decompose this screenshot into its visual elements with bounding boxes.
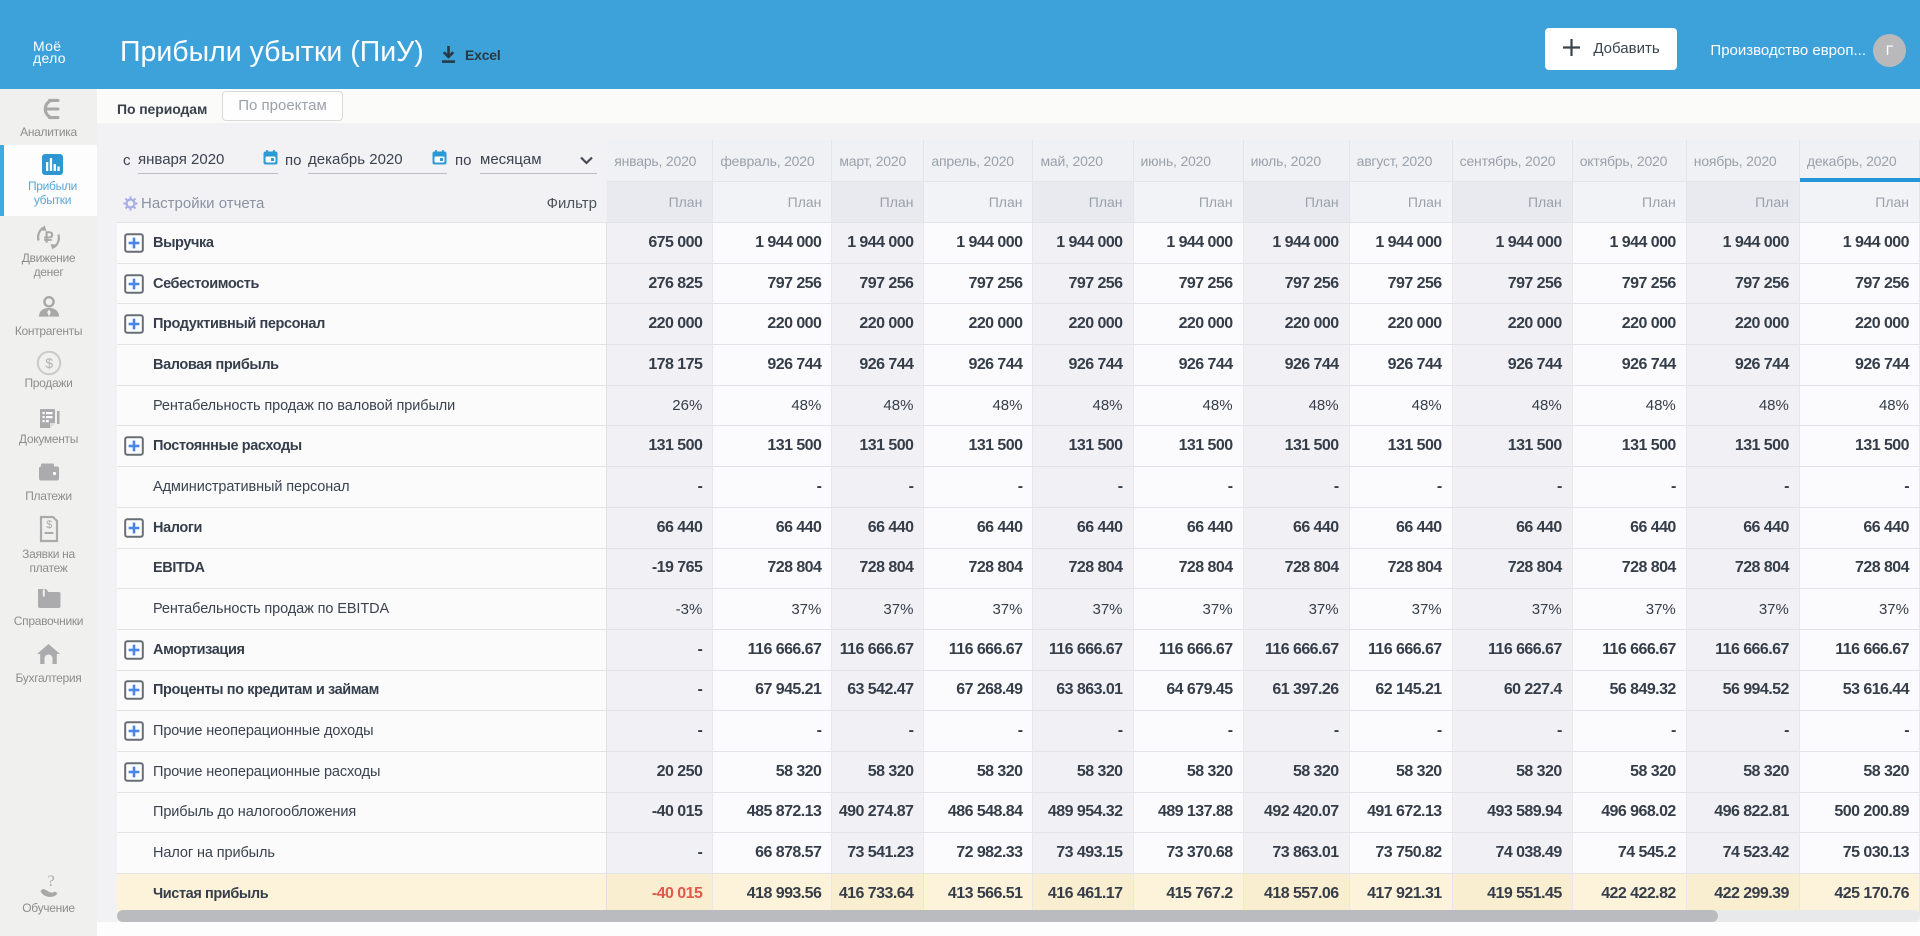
svg-text:₽: ₽ (44, 230, 54, 247)
svg-text:?: ? (47, 873, 54, 890)
svg-text:$: $ (46, 519, 52, 531)
svg-text:$: $ (45, 355, 53, 371)
